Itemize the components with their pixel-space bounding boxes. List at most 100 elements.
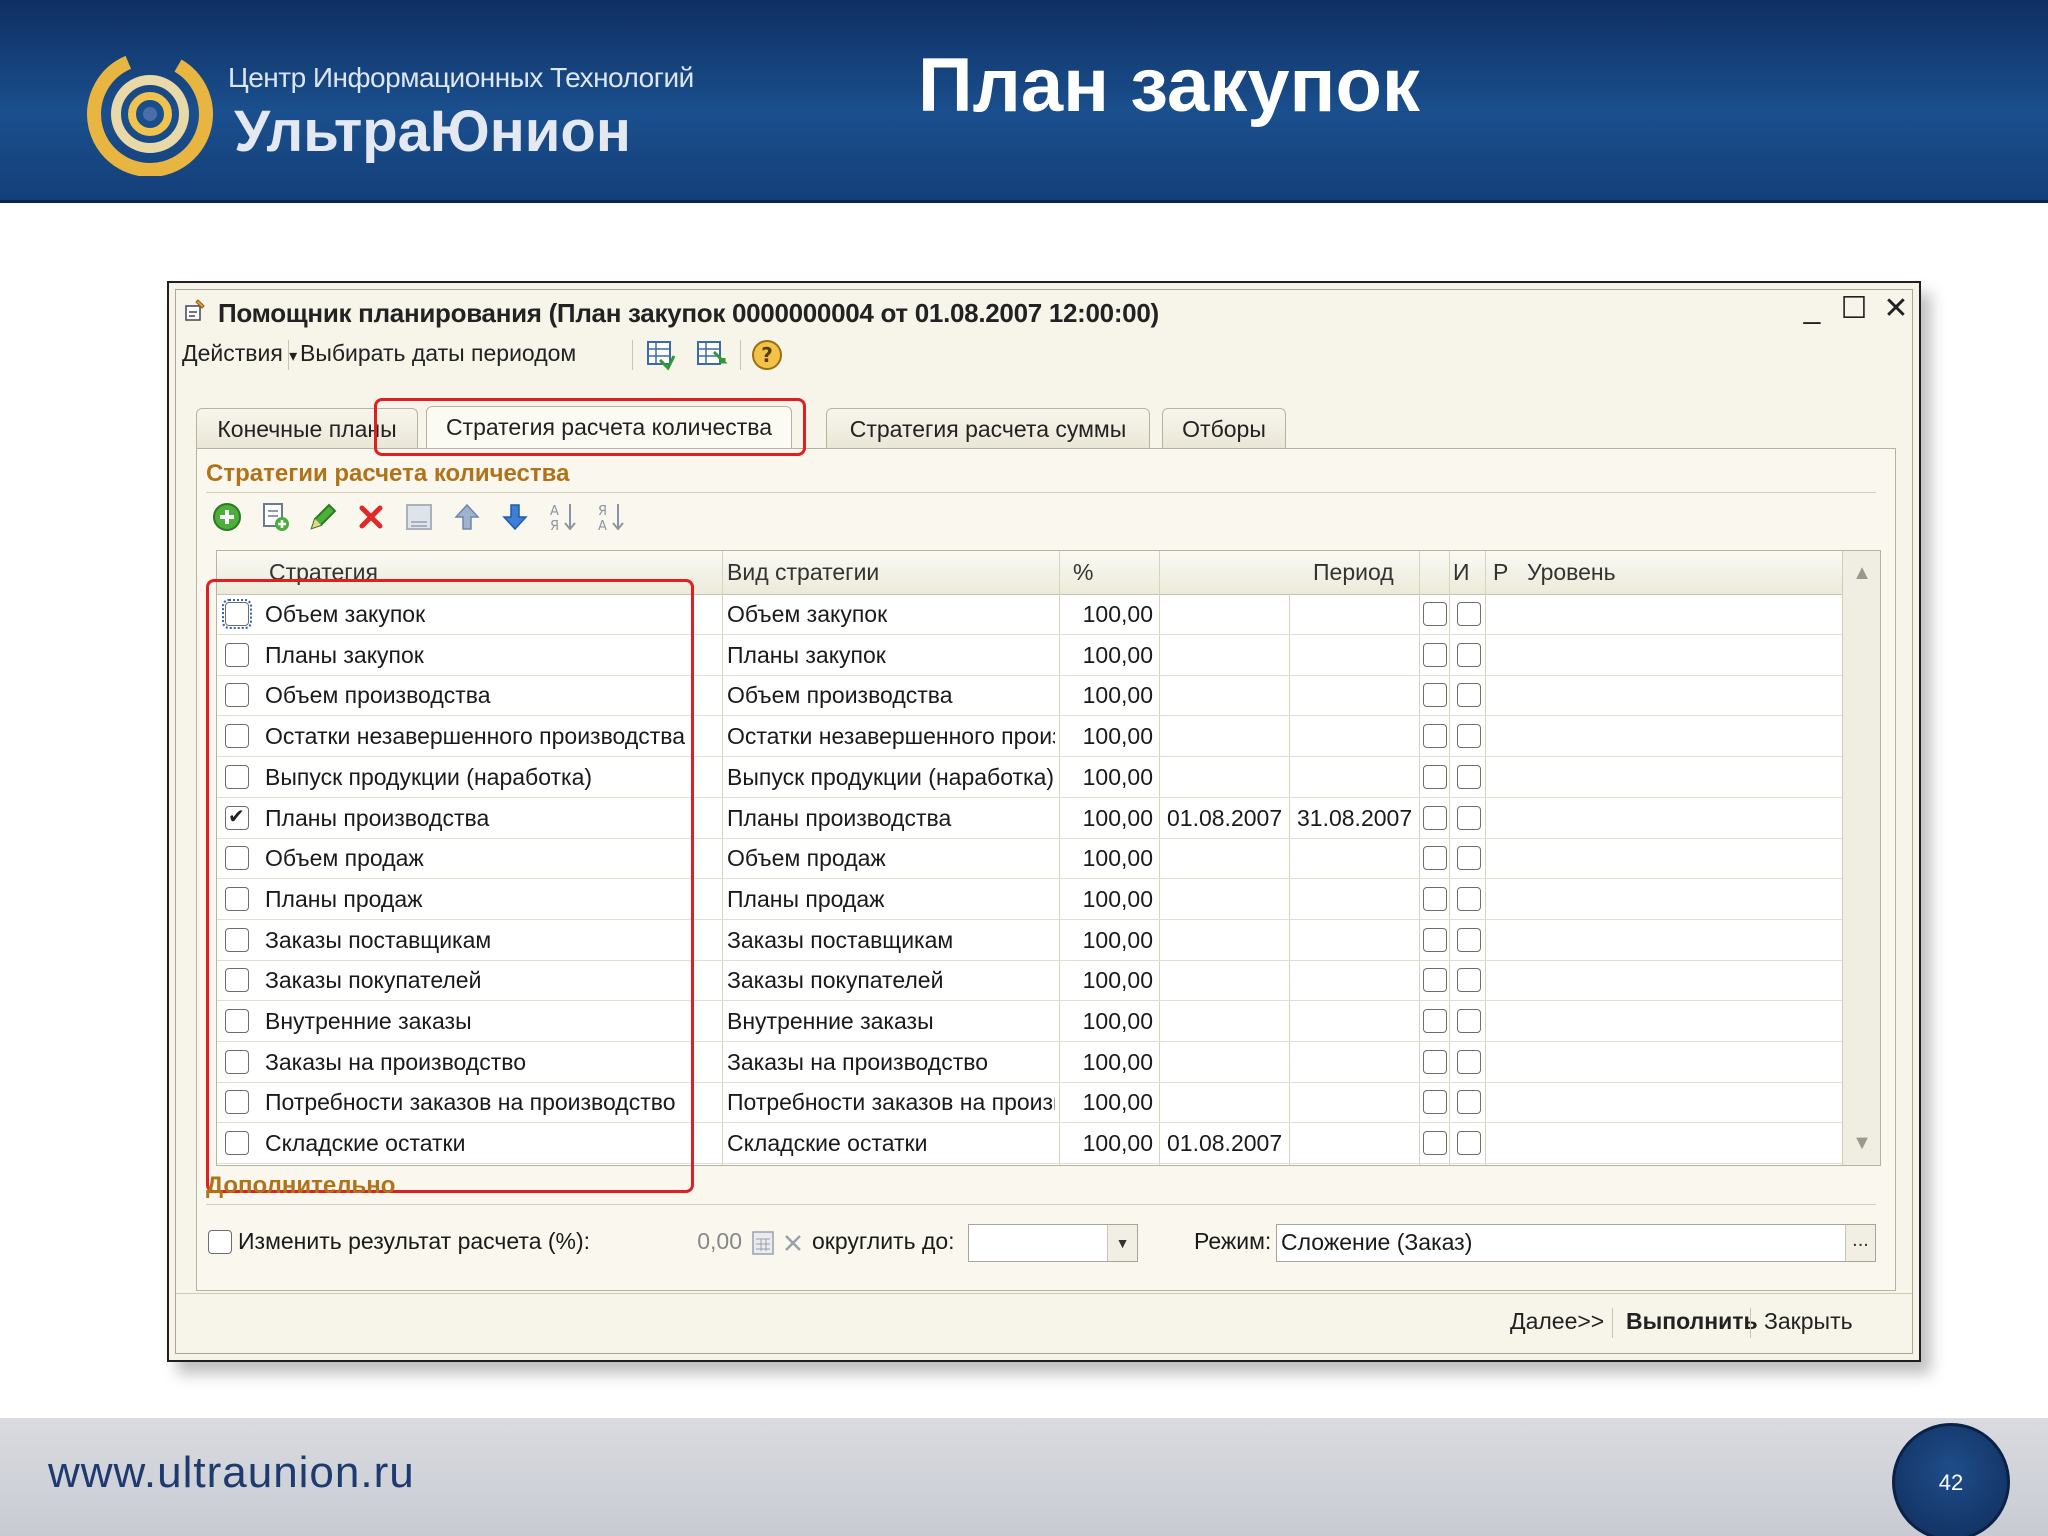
cell-percent: 100,00	[1082, 967, 1153, 994]
row-r-checkbox[interactable]	[1457, 1049, 1481, 1074]
row-i-checkbox[interactable]	[1423, 846, 1447, 871]
export-table-icon[interactable]	[694, 338, 728, 372]
cell-percent: 100,00	[1082, 723, 1153, 750]
page-number: 42	[1938, 1470, 1964, 1495]
round-label: округлить до:	[812, 1228, 955, 1254]
close-window-button[interactable]: ✕	[1878, 292, 1914, 326]
cell-strategy-type: Планы закупок	[727, 641, 886, 668]
menu-separator	[740, 340, 741, 370]
row-i-checkbox[interactable]	[1423, 1090, 1447, 1115]
next-button[interactable]: Далее>>	[1510, 1308, 1604, 1335]
row-r-checkbox[interactable]	[1457, 1090, 1481, 1115]
scroll-down-icon[interactable]: ▼	[1843, 1125, 1880, 1161]
column-header-i[interactable]: И	[1453, 559, 1470, 586]
cell-percent: 100,00	[1082, 1048, 1153, 1075]
row-i-checkbox[interactable]	[1423, 927, 1447, 952]
delete-icon[interactable]	[354, 500, 388, 534]
fill-table-icon[interactable]	[644, 338, 678, 372]
change-result-checkbox[interactable]	[208, 1230, 232, 1254]
cell-percent: 100,00	[1082, 926, 1153, 953]
row-i-checkbox[interactable]	[1423, 805, 1447, 830]
row-i-checkbox[interactable]	[1423, 602, 1447, 626]
change-result-input[interactable]: 0,00	[626, 1228, 742, 1255]
cell-period-from: 01.08.2007	[1167, 1130, 1283, 1157]
company-subtitle: Центр Информационных Технологий	[228, 62, 694, 93]
maximize-button[interactable]: ☐	[1836, 292, 1872, 326]
mode-input-value: Сложение (Заказ)	[1281, 1229, 1473, 1255]
row-i-checkbox[interactable]	[1423, 1009, 1447, 1033]
actions-menu[interactable]: Действия ▾	[182, 340, 297, 367]
row-r-checkbox[interactable]	[1457, 886, 1481, 911]
cell-strategy-type: Объем продаж	[727, 845, 886, 872]
choose-dates-period-button[interactable]: Выбирать даты периодом	[300, 340, 576, 367]
cell-strategy-type: Заказы поставщикам	[727, 926, 954, 953]
run-button[interactable]: Выполнить	[1626, 1308, 1758, 1335]
row-r-checkbox[interactable]	[1457, 764, 1481, 789]
add-row-icon[interactable]	[210, 500, 244, 534]
company-name: УльтраЮнион	[234, 99, 631, 164]
sort-ascending-icon[interactable]: A Я	[546, 500, 580, 534]
help-icon[interactable]: ?	[750, 338, 784, 372]
mode-select-button[interactable]: ...	[1845, 1225, 1875, 1261]
row-i-checkbox[interactable]	[1423, 764, 1447, 789]
cell-strategy-type: Объем закупок	[727, 601, 888, 627]
round-select[interactable]: ▼	[968, 1224, 1138, 1262]
chevron-down-icon[interactable]: ▼	[1107, 1225, 1137, 1261]
end-edit-icon	[406, 504, 432, 530]
row-r-checkbox[interactable]	[1457, 805, 1481, 830]
clear-icon[interactable]	[780, 1230, 806, 1256]
row-r-checkbox[interactable]	[1457, 724, 1481, 749]
sort-descending-icon[interactable]: Я A	[594, 500, 628, 534]
minimize-button[interactable]: _	[1794, 292, 1830, 326]
column-header-type[interactable]: Вид стратегии	[727, 559, 879, 586]
close-button[interactable]: Закрыть	[1764, 1308, 1853, 1335]
column-header-level[interactable]: Уровень	[1527, 559, 1616, 586]
row-r-checkbox[interactable]	[1457, 1131, 1481, 1156]
menu-separator	[288, 340, 289, 370]
cell-percent: 100,00	[1082, 885, 1153, 912]
cell-period-to: 31.08.2007	[1297, 804, 1413, 831]
tab-filters[interactable]: Отборы	[1162, 408, 1286, 450]
row-i-checkbox[interactable]	[1423, 724, 1447, 749]
column-header-r[interactable]: Р	[1493, 559, 1508, 586]
row-r-checkbox[interactable]	[1457, 846, 1481, 871]
row-i-checkbox[interactable]	[1423, 1049, 1447, 1074]
column-header-period[interactable]: Период	[1313, 559, 1394, 586]
move-up-icon[interactable]	[450, 500, 484, 534]
calculator-icon[interactable]	[750, 1230, 776, 1256]
row-i-checkbox[interactable]	[1423, 886, 1447, 911]
column-header-percent[interactable]: %	[1073, 559, 1093, 586]
action-separator	[1612, 1308, 1613, 1338]
row-i-checkbox[interactable]	[1423, 642, 1447, 667]
table-scrollbar[interactable]: ▲ ▼	[1842, 551, 1880, 1165]
window-frame: Помощник планирования (План закупок 0000…	[175, 289, 1913, 1354]
mode-input[interactable]: Сложение (Заказ) ...	[1276, 1224, 1876, 1262]
row-r-checkbox[interactable]	[1457, 927, 1481, 952]
cell-period-from: 01.08.2007	[1167, 804, 1283, 831]
row-r-checkbox[interactable]	[1457, 642, 1481, 667]
cell-strategy-type: Потребности заказов на производст...	[727, 1089, 1055, 1116]
action-separator	[1750, 1308, 1751, 1338]
row-r-checkbox[interactable]	[1457, 968, 1481, 993]
cell-strategy-type: Объем производства	[727, 682, 953, 709]
row-i-checkbox[interactable]	[1423, 968, 1447, 993]
move-down-icon[interactable]	[498, 500, 532, 534]
row-r-checkbox[interactable]	[1457, 683, 1481, 708]
row-r-checkbox[interactable]	[1457, 602, 1481, 626]
section-strategies-label: Стратегии расчета количества	[206, 460, 570, 487]
cell-percent: 100,00	[1082, 845, 1153, 872]
row-i-checkbox[interactable]	[1423, 683, 1447, 708]
svg-text:A: A	[550, 504, 559, 519]
cell-strategy-type: Внутренние заказы	[727, 1008, 934, 1034]
cell-percent: 100,00	[1082, 1130, 1153, 1157]
window-title: Помощник планирования (План закупок 0000…	[218, 298, 1159, 328]
mode-label: Режим:	[1194, 1228, 1272, 1254]
edit-pencil-icon[interactable]	[306, 500, 340, 534]
tab-sum-strategy[interactable]: Стратегия расчета суммы	[826, 408, 1150, 450]
row-i-checkbox[interactable]	[1423, 1131, 1447, 1156]
cell-percent: 100,00	[1082, 1089, 1153, 1116]
action-bar: Далее>> Выполнить Закрыть	[176, 1293, 1912, 1353]
row-r-checkbox[interactable]	[1457, 1009, 1481, 1033]
scroll-up-icon[interactable]: ▲	[1843, 555, 1880, 591]
copy-row-icon[interactable]	[258, 500, 292, 534]
